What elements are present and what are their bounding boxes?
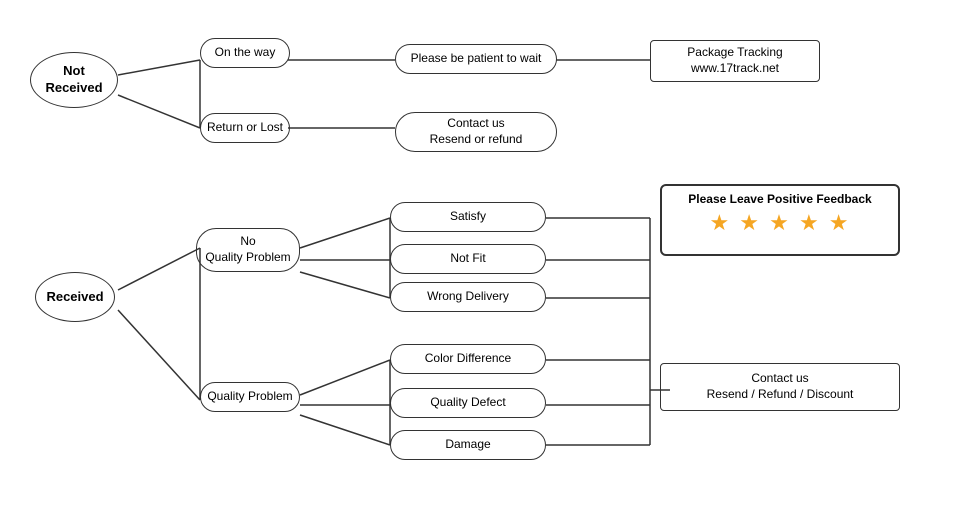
contact-resend-refund-discount-node: Contact us Resend / Refund / Discount: [660, 363, 900, 411]
on-the-way-node: On the way: [200, 38, 290, 68]
satisfy-node: Satisfy: [390, 202, 546, 232]
no-quality-problem-node: No Quality Problem: [196, 228, 300, 272]
package-tracking-node: Package Tracking www.17track.net: [650, 40, 820, 82]
wrong-delivery-node: Wrong Delivery: [390, 282, 546, 312]
received-node: Received: [35, 272, 115, 322]
color-difference-node: Color Difference: [390, 344, 546, 374]
quality-problem-node: Quality Problem: [200, 382, 300, 412]
contact-resend-refund-node: Contact us Resend or refund: [395, 112, 557, 152]
feedback-title: Please Leave Positive Feedback: [672, 192, 888, 206]
not-received-node: Not Received: [30, 52, 118, 108]
positive-feedback-box: Please Leave Positive Feedback ★ ★ ★ ★ ★: [660, 184, 900, 256]
diagram: Not Received On the way Return or Lost P…: [0, 0, 960, 513]
not-fit-node: Not Fit: [390, 244, 546, 274]
stars-display: ★ ★ ★ ★ ★: [672, 210, 888, 236]
return-or-lost-node: Return or Lost: [200, 113, 290, 143]
damage-node: Damage: [390, 430, 546, 460]
quality-defect-node: Quality Defect: [390, 388, 546, 418]
please-be-patient-node: Please be patient to wait: [395, 44, 557, 74]
